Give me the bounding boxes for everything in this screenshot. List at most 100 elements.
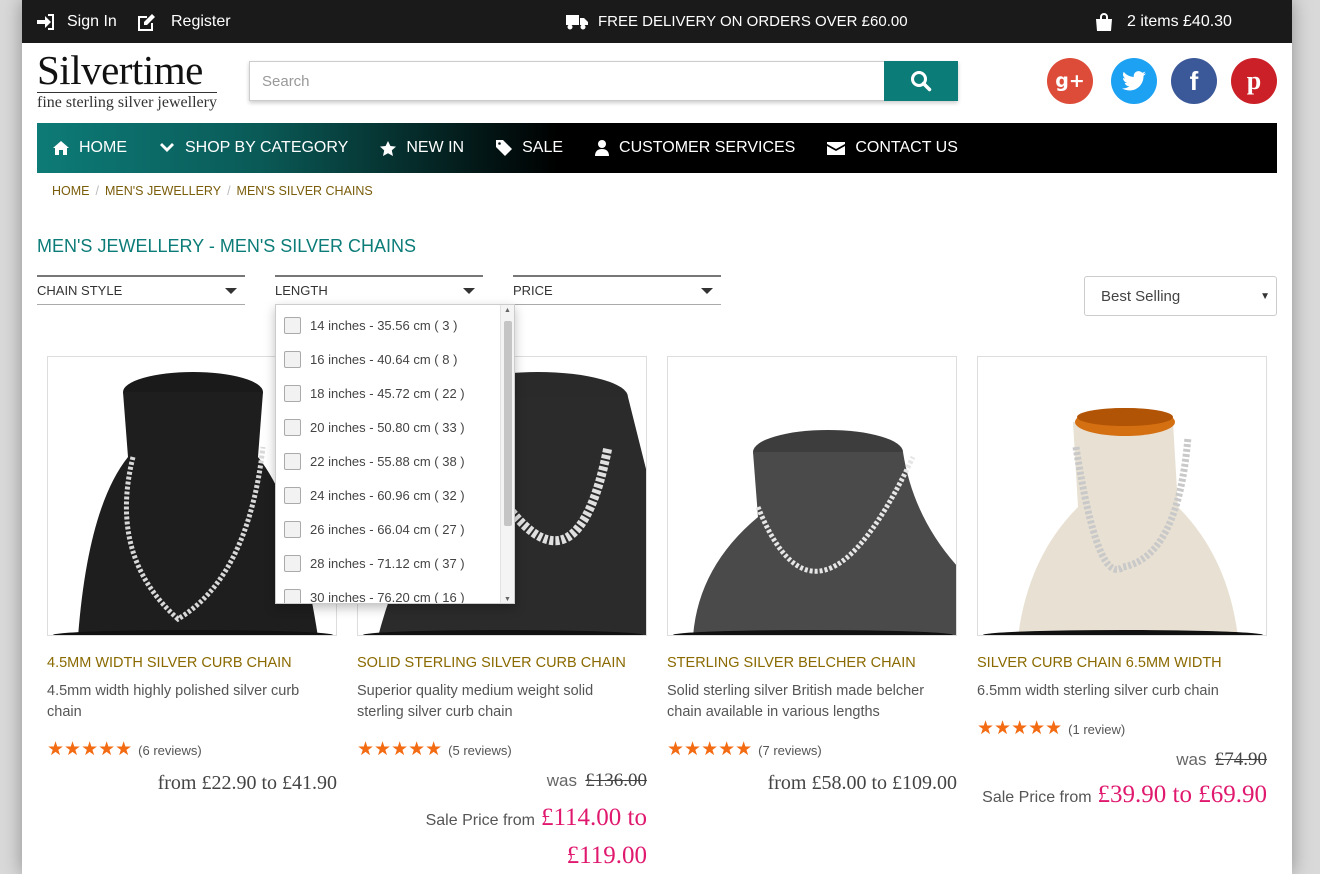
checkbox[interactable] — [284, 486, 301, 504]
length-option[interactable]: 16 inches - 40.64 cm ( 8 ) — [276, 342, 514, 376]
length-option-label: 30 inches - 76.20 cm ( 16 ) — [310, 589, 465, 604]
nav-contact-label: CONTACT US — [855, 139, 958, 156]
envelope-icon — [827, 141, 846, 155]
product-card[interactable]: STERLING SILVER BELCHER CHAIN Solid ster… — [667, 356, 957, 795]
site-logo[interactable]: Silvertime fine sterling silver jeweller… — [37, 50, 227, 112]
checkbox[interactable] — [284, 418, 301, 436]
length-option-label: 20 inches - 50.80 cm ( 33 ) — [310, 419, 465, 435]
review-count[interactable]: (7 reviews) — [758, 743, 822, 758]
pinterest-icon[interactable]: p — [1231, 58, 1277, 104]
product-name[interactable]: 4.5MM WIDTH SILVER CURB CHAIN — [47, 655, 337, 671]
breadcrumb-separator: / — [227, 184, 231, 198]
star-icon: ★★★★★ — [667, 739, 753, 760]
logo-title: Silvertime — [37, 47, 203, 93]
scroll-up-arrow-icon[interactable]: ▲ — [504, 307, 511, 314]
product-rating: ★★★★★ (6 reviews) — [47, 740, 337, 760]
filter-chain-style-label: CHAIN STYLE — [37, 283, 123, 298]
filter-price[interactable]: PRICE — [513, 275, 721, 305]
select-arrow-icon: ▼ — [1260, 290, 1270, 302]
was-label: was — [546, 771, 577, 790]
star-icon: ★★★★★ — [47, 739, 133, 760]
google-plus-icon[interactable]: g+ — [1047, 58, 1093, 104]
pinterest-glyph: p — [1246, 66, 1262, 95]
checkbox[interactable] — [284, 588, 301, 603]
length-option-label: 26 inches - 66.04 cm ( 27 ) — [310, 521, 465, 537]
facebook-glyph: f — [1189, 65, 1199, 96]
review-count[interactable]: (5 reviews) — [448, 743, 512, 758]
length-option[interactable]: 24 inches - 60.96 cm ( 32 ) — [276, 478, 514, 512]
search-button[interactable] — [884, 61, 958, 101]
length-option-label: 22 inches - 55.88 cm ( 38 ) — [310, 453, 465, 469]
page-title: MEN'S JEWELLERY - MEN'S SILVER CHAINS — [37, 236, 416, 256]
length-option[interactable]: 18 inches - 45.72 cm ( 22 ) — [276, 376, 514, 410]
dropdown-scrollbar[interactable]: ▲ ▼ — [500, 305, 514, 603]
cart-link[interactable]: 2 items £40.30 — [1095, 0, 1232, 43]
was-label: was — [1176, 750, 1207, 769]
nav-home[interactable]: HOME — [37, 123, 143, 173]
home-icon — [53, 141, 69, 155]
review-count[interactable]: (6 reviews) — [138, 743, 202, 758]
nav-sale[interactable]: SALE — [480, 123, 579, 173]
nav-customer-services[interactable]: CUSTOMER SERVICES — [579, 123, 811, 173]
length-option[interactable]: 22 inches - 55.88 cm ( 38 ) — [276, 444, 514, 478]
length-option[interactable]: 28 inches - 71.12 cm ( 37 ) — [276, 546, 514, 580]
checkbox[interactable] — [284, 554, 301, 572]
scroll-down-arrow-icon[interactable]: ▼ — [504, 596, 511, 603]
checkbox[interactable] — [284, 350, 301, 368]
register-link[interactable]: Register — [137, 0, 231, 43]
length-option[interactable]: 30 inches - 76.20 cm ( 16 ) — [276, 580, 514, 604]
sign-in-link[interactable]: Sign In — [37, 0, 117, 43]
product-description: 4.5mm width highly polished silver curb … — [47, 683, 300, 720]
twitter-bird-glyph — [1122, 71, 1146, 91]
was-price-row: was £74.90 — [977, 749, 1267, 771]
register-label: Register — [171, 12, 231, 30]
length-option[interactable]: 20 inches - 50.80 cm ( 33 ) — [276, 410, 514, 444]
length-option-label: 28 inches - 71.12 cm ( 37 ) — [310, 555, 465, 571]
checkbox[interactable] — [284, 520, 301, 538]
checkbox[interactable] — [284, 316, 301, 334]
length-option[interactable]: 26 inches - 66.04 cm ( 27 ) — [276, 512, 514, 546]
breadcrumb-home[interactable]: HOME — [52, 184, 90, 198]
product-rating: ★★★★★ (7 reviews) — [667, 740, 957, 760]
nav-customer-label: CUSTOMER SERVICES — [619, 139, 796, 156]
sign-in-icon — [37, 13, 54, 30]
sort-select[interactable]: Best Selling ▼ — [1084, 276, 1277, 316]
product-price: from £22.90 to £41.90 — [157, 772, 337, 794]
product-description: Solid sterling silver British made belch… — [667, 683, 925, 720]
nav-new-in[interactable]: NEW IN — [364, 123, 480, 173]
edit-icon — [138, 13, 155, 31]
review-count[interactable]: (1 review) — [1068, 722, 1125, 737]
page: Sign In Register FREE DELIVERY ON ORDERS… — [22, 0, 1292, 874]
nav-shop-by-category[interactable]: SHOP BY CATEGORY — [143, 123, 364, 173]
nav-contact-us[interactable]: CONTACT US — [811, 123, 974, 173]
length-options-list: 14 inches - 35.56 cm ( 3 ) 16 inches - 4… — [276, 305, 514, 604]
filter-price-label: PRICE — [513, 283, 553, 298]
checkbox[interactable] — [284, 452, 301, 470]
product-price: from £58.00 to £109.00 — [767, 772, 957, 794]
product-name[interactable]: SOLID STERLING SILVER CURB CHAIN — [357, 655, 647, 671]
product-card[interactable]: SILVER CURB CHAIN 6.5MM WIDTH 6.5mm widt… — [977, 356, 1267, 815]
sale-label: Sale Price from — [425, 812, 535, 829]
scrollbar-thumb[interactable] — [504, 321, 512, 526]
search-input[interactable] — [249, 61, 884, 101]
checkbox[interactable] — [284, 384, 301, 402]
product-image[interactable] — [977, 356, 1267, 636]
product-rating: ★★★★★ (5 reviews) — [357, 740, 647, 760]
twitter-icon[interactable] — [1111, 58, 1157, 104]
breadcrumb-separator: / — [95, 184, 99, 198]
filter-chain-style[interactable]: CHAIN STYLE — [37, 275, 245, 305]
sale-price: £114.00 to £119.00 — [540, 804, 647, 869]
star-icon: ★★★★★ — [977, 718, 1063, 739]
user-icon — [595, 140, 610, 156]
product-name[interactable]: STERLING SILVER BELCHER CHAIN — [667, 655, 957, 671]
product-image[interactable] — [667, 356, 957, 636]
product-name[interactable]: SILVER CURB CHAIN 6.5MM WIDTH — [977, 655, 1267, 671]
length-option[interactable]: 14 inches - 35.56 cm ( 3 ) — [276, 308, 514, 342]
breadcrumb-mens-jewellery[interactable]: MEN'S JEWELLERY — [105, 184, 221, 198]
filter-length[interactable]: LENGTH — [275, 275, 483, 305]
caret-down-icon — [463, 287, 475, 294]
length-option-label: 18 inches - 45.72 cm ( 22 ) — [310, 385, 465, 401]
breadcrumb-mens-silver-chains[interactable]: MEN'S SILVER CHAINS — [237, 184, 373, 198]
length-option-label: 14 inches - 35.56 cm ( 3 ) — [310, 317, 458, 333]
facebook-icon[interactable]: f — [1171, 58, 1217, 104]
